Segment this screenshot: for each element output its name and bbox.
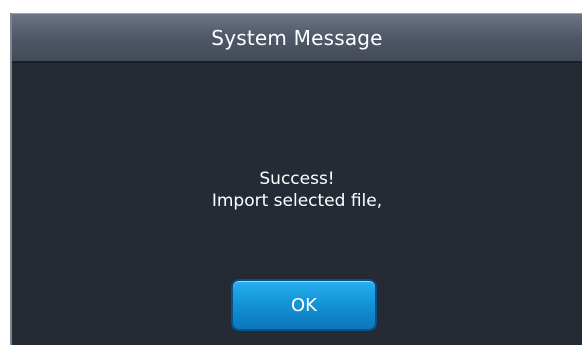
system-message-dialog: System Message Success! Import selected … bbox=[10, 13, 582, 345]
message-line-import: Import selected file, bbox=[211, 191, 383, 211]
dialog-titlebar: System Message bbox=[12, 13, 582, 63]
dialog-title: System Message bbox=[211, 25, 383, 50]
ok-button[interactable]: OK bbox=[231, 279, 377, 331]
message-line-success: Success! bbox=[259, 169, 335, 189]
dialog-message: Success! Import selected file, bbox=[12, 168, 582, 212]
